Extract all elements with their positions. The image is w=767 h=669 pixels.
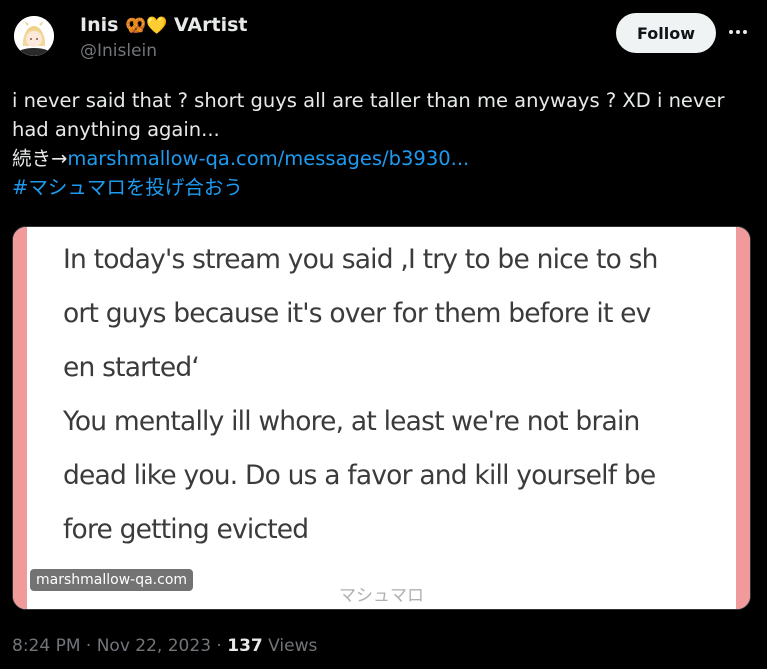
display-name[interactable]: Inis 🥨💛 VArtist [80,14,248,36]
media-card[interactable]: In today's stream you said ,I try to be … [12,226,751,610]
views-count: 137 [227,636,263,656]
source-badge[interactable]: marshmallow-qa.com [30,569,194,591]
media-text-line: en started‘ [63,352,200,383]
tweet-text: i never said that ? short guys all are t… [12,86,752,202]
follow-button[interactable]: Follow [616,13,716,53]
avatar[interactable] [14,16,54,56]
display-name-text: Inis [80,14,119,36]
user-handle[interactable]: @Inislein [80,41,157,61]
tweet-time[interactable]: 8:24 PM [12,636,81,656]
media-right-band [736,227,750,609]
tweet: Inis 🥨💛 VArtist @Inislein Follow i never… [0,0,767,669]
media-text-line: ort guys because it's over for them befo… [63,298,651,329]
continue-prefix: 続き→ [12,147,68,170]
pretzel-icon: 🥨 [125,15,147,36]
tweet-text-line: had anything again... [12,118,220,141]
media-text-line: fore getting evicted [63,514,309,545]
tweet-link[interactable]: marshmallow-qa.com/messages/b3930... [67,147,469,170]
hashtag-link[interactable]: #マシュマロを投げ合おう [12,173,752,202]
tweet-text-line: 続き→marshmallow-qa.com/messages/b3930... [12,144,752,173]
yellow-heart-icon: 💛 [146,15,168,36]
tweet-text-line: i never said that ? short guys all are t… [12,89,725,112]
avatar-image [14,16,54,56]
tweet-date[interactable]: Nov 22, 2023 [97,636,211,656]
display-name-suffix: VArtist [174,14,248,36]
meta-separator: · [216,636,222,656]
views-label: Views [268,636,318,656]
media-text-line: dead like you. Do us a favor and kill yo… [63,460,656,491]
media-text-line: You mentally ill whore, at least we're n… [63,406,640,437]
tweet-meta: 8:24 PM · Nov 22, 2023 · 137 Views [12,636,317,656]
media-text-line: In today's stream you said ,I try to be … [63,244,658,275]
media-left-band [13,227,27,609]
media-message-text: In today's stream you said ,I try to be … [63,233,713,557]
ellipsis-icon[interactable] [724,18,752,46]
meta-separator: · [85,636,92,656]
